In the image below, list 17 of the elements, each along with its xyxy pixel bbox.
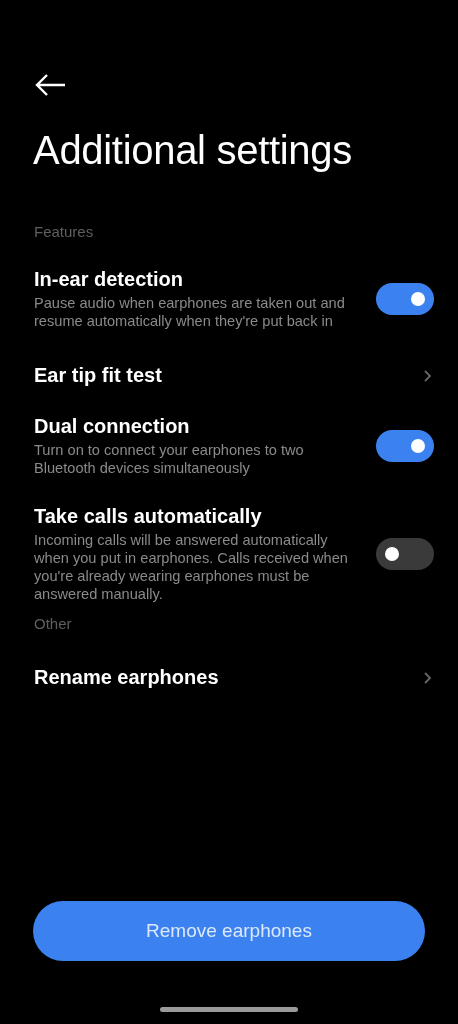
section-heading: Other [34, 615, 73, 632]
section-heading: Features [34, 223, 95, 240]
setting-title: Dual connection [34, 415, 191, 438]
setting-description: Turn on to connect your earphones to two Bluetooth devices simultaneously [34, 441, 305, 477]
setting-description: Pause audio when earphones are taken out and resume automatically when they're put back in [34, 294, 346, 330]
setting-description: Incoming calls will be answered automatically when you put in earphones. Calls received when you're already wearing earphones must be answered manually. [34, 531, 349, 603]
chevron-right-icon [422, 368, 432, 383]
setting-title[interactable]: Ear tip fit test [34, 364, 422, 387]
setting-title: Take calls automatically [34, 505, 263, 528]
back-arrow-icon[interactable] [34, 72, 66, 98]
page-title: Additional settings [33, 128, 353, 173]
setting-title: In-ear detection [34, 268, 184, 291]
toggle-switch[interactable] [376, 430, 434, 462]
setting-title[interactable]: Rename earphones [34, 666, 422, 689]
toggle-switch[interactable] [376, 283, 434, 315]
chevron-right-icon [422, 670, 432, 685]
toggle-switch[interactable] [376, 538, 434, 570]
